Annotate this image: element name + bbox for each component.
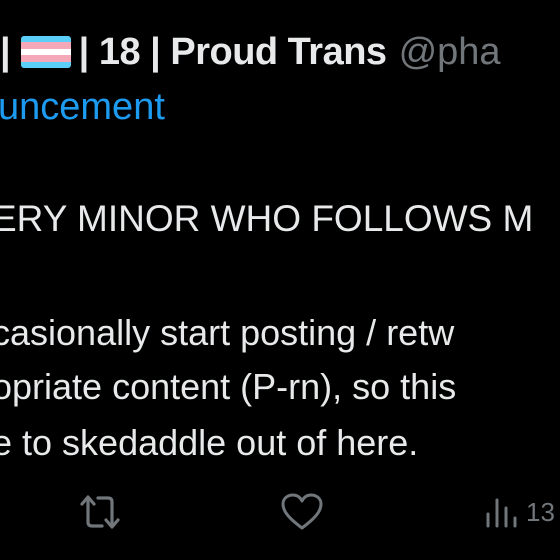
tweet-text-line-4: e to skedaddle out of here.: [0, 422, 419, 463]
tweet-text-line-1: ERY MINOR WHO FOLLOWS M: [0, 198, 534, 239]
views-button[interactable]: 13: [484, 492, 555, 532]
flag-stripe: [20, 61, 71, 68]
heart-icon: [281, 493, 323, 530]
user-handle[interactable]: @pha: [399, 31, 501, 74]
announcement-link[interactable]: uncement: [0, 86, 165, 129]
views-count: 13: [526, 496, 555, 527]
retweet-button[interactable]: [76, 492, 124, 532]
retweet-icon: [80, 495, 120, 529]
like-button[interactable]: [280, 492, 324, 532]
tweet-text-line-2: casionally start posting / retw: [0, 312, 455, 353]
tweet-header: | | 18 | Proud Trans @pha: [0, 26, 501, 78]
display-name[interactable]: | 18 | Proud Trans: [79, 31, 387, 74]
display-name-start[interactable]: |: [0, 31, 11, 74]
tweet: | | 18 | Proud Trans @pha uncement ERY M…: [0, 0, 560, 560]
tweet-text-line-3: opriate content (P-rn), so this: [0, 366, 457, 407]
views-icon: [486, 498, 517, 528]
transgender-flag-icon: [20, 36, 71, 68]
